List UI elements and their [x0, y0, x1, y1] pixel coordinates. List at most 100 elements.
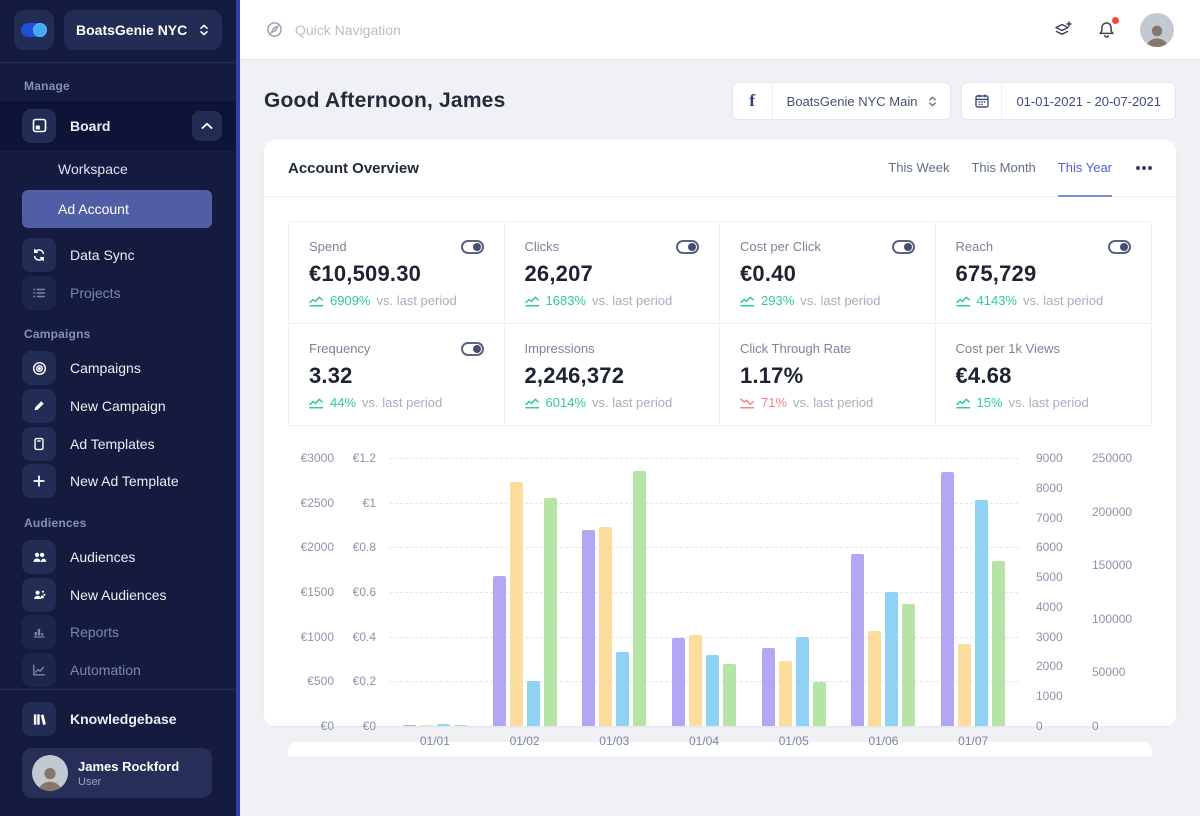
- chart-bar-cpc: [437, 724, 450, 726]
- user-name: James Rockford: [78, 759, 179, 774]
- sidebar-item-reports[interactable]: Reports: [0, 614, 236, 652]
- tab-this-week[interactable]: This Week: [888, 141, 949, 197]
- sidebar-item-label: Data Sync: [70, 247, 135, 263]
- profile-avatar[interactable]: [1140, 13, 1174, 47]
- notifications-button[interactable]: [1097, 20, 1116, 40]
- sidebar-item-new-ad-template[interactable]: New Ad Template: [0, 463, 236, 501]
- kpi-value: €0.40: [740, 261, 915, 287]
- ad-account-select[interactable]: f BoatsGenie NYC Main: [732, 82, 952, 120]
- section-label-manage: Manage: [24, 79, 236, 93]
- sidebar-item-board[interactable]: Board: [0, 101, 236, 151]
- chart-bar-spend: [851, 554, 864, 726]
- kpi-label: Impressions: [525, 341, 595, 356]
- line-chart-icon: [22, 653, 56, 687]
- pen-icon: [22, 389, 56, 423]
- sidebar-item-label: Reports: [70, 624, 119, 640]
- chart-bar-spend: [582, 530, 595, 726]
- date-range-picker[interactable]: 01-01-2021 - 20-07-2021: [961, 82, 1176, 120]
- trend-up-icon: [956, 294, 971, 307]
- kpi-label: Cost per Click: [740, 239, 821, 254]
- axis-cost-per-click: €1.2€1€0.8€0.6€0.4€0.2€0: [334, 458, 376, 726]
- ad-account-select-value: BoatsGenie NYC Main: [773, 94, 928, 109]
- sidebar-item-automation[interactable]: Automation: [0, 651, 236, 689]
- chart-bar-cpc: [706, 655, 719, 726]
- chart-bar-spend: [403, 725, 416, 726]
- kpi-delta-note: vs. last period: [793, 395, 873, 410]
- add-layer-button[interactable]: [1053, 20, 1073, 40]
- axis-tick-label: 6000: [1036, 540, 1063, 554]
- sidebar-item-audiences[interactable]: Audiences: [0, 538, 236, 576]
- kpi-visibility-toggle[interactable]: [461, 342, 484, 356]
- projects-icon: [22, 276, 56, 310]
- kpi-visibility-toggle[interactable]: [676, 240, 699, 254]
- kpi-delta: 6014%: [546, 395, 586, 410]
- axis-tick-label: 5000: [1036, 570, 1063, 584]
- axis-tick-label: €0: [363, 719, 376, 733]
- x-axis-label: 01/02: [480, 734, 570, 748]
- kpi-delta: 1683%: [546, 293, 586, 308]
- sidebar-item-label: New Campaign: [70, 398, 166, 414]
- kpi-delta: 44%: [330, 395, 356, 410]
- chart-bar-reach: [454, 725, 467, 726]
- calendar-icon: [962, 83, 1002, 119]
- user-avatar: [32, 755, 68, 791]
- kpi-delta-note: vs. last period: [592, 395, 672, 410]
- sidebar-item-ad-account[interactable]: Ad Account: [22, 190, 212, 228]
- chart-bar-clicks: [599, 527, 612, 727]
- sidebar-item-label: Board: [70, 118, 110, 134]
- kpi-visibility-toggle[interactable]: [461, 240, 484, 254]
- brand-account-select[interactable]: BoatsGenie NYC: [64, 10, 222, 50]
- chart-bar-reach: [813, 682, 826, 726]
- account-overview-card: Account Overview This Week This Month Th…: [264, 140, 1176, 726]
- axis-tick-label: €1.2: [353, 451, 376, 465]
- books-icon: [22, 702, 56, 736]
- user-card[interactable]: James Rockford User: [22, 748, 212, 798]
- axis-tick-label: 2000: [1036, 659, 1063, 673]
- template-icon: [22, 427, 56, 461]
- kpi-card: Cost per 1k Views€4.6815%vs. last period: [936, 324, 1152, 425]
- chart-bar-reach: [992, 561, 1005, 726]
- axis-tick-label: 8000: [1036, 481, 1063, 495]
- collapse-chevron-up-icon[interactable]: [192, 111, 222, 141]
- sidebar-item-new-campaign[interactable]: New Campaign: [0, 387, 236, 425]
- bar-group: [749, 458, 839, 726]
- chart-bar-cpc: [616, 652, 629, 726]
- kpi-delta-note: vs. last period: [376, 293, 456, 308]
- tab-this-month[interactable]: This Month: [971, 141, 1035, 197]
- bar-group: [839, 458, 929, 726]
- kpi-visibility-toggle[interactable]: [1108, 240, 1131, 254]
- divider: [0, 689, 236, 690]
- kpi-label: Frequency: [309, 341, 370, 356]
- axis-tick-label: 0: [1092, 719, 1099, 733]
- kpi-visibility-toggle[interactable]: [892, 240, 915, 254]
- kpi-card: Clicks26,2071683%vs. last period: [505, 222, 721, 324]
- axis-tick-label: 1000: [1036, 689, 1063, 703]
- sidebar-item-projects[interactable]: Projects: [0, 274, 236, 312]
- sidebar: BoatsGenie NYC Manage Board Workspace Ad…: [0, 0, 240, 816]
- sidebar-item-workspace[interactable]: Workspace: [0, 151, 236, 189]
- sidebar-item-ad-templates[interactable]: Ad Templates: [0, 425, 236, 463]
- axis-tick-label: 50000: [1092, 665, 1125, 679]
- sidebar-item-data-sync[interactable]: Data Sync: [0, 236, 236, 274]
- sidebar-item-new-audiences[interactable]: New Audiences: [0, 576, 236, 614]
- page-title: Good Afternoon, James: [264, 89, 505, 113]
- bar-chart-icon: [22, 615, 56, 649]
- kpi-delta: 15%: [977, 395, 1003, 410]
- chart-x-labels: 01/0101/0201/0301/0401/0501/0601/07: [390, 734, 1018, 748]
- sidebar-item-knowledgebase[interactable]: Knowledgebase: [0, 700, 236, 738]
- axis-tick-label: 100000: [1092, 612, 1132, 626]
- more-menu-button[interactable]: [1136, 166, 1140, 170]
- plus-icon: [22, 464, 56, 498]
- axis-tick-label: €3000: [301, 451, 334, 465]
- sidebar-item-label: Campaigns: [70, 360, 141, 376]
- divider: [0, 62, 236, 63]
- x-axis-label: 01/07: [928, 734, 1018, 748]
- chart-bar-clicks: [689, 635, 702, 726]
- theme-toggle[interactable]: [14, 10, 54, 50]
- tab-this-year[interactable]: This Year: [1058, 141, 1112, 197]
- kpi-delta-note: vs. last period: [800, 293, 880, 308]
- search-input[interactable]: [295, 22, 1041, 38]
- brand-name: BoatsGenie NYC: [76, 22, 187, 38]
- kpi-label: Reach: [956, 239, 994, 254]
- sidebar-item-campaigns[interactable]: Campaigns: [0, 349, 236, 387]
